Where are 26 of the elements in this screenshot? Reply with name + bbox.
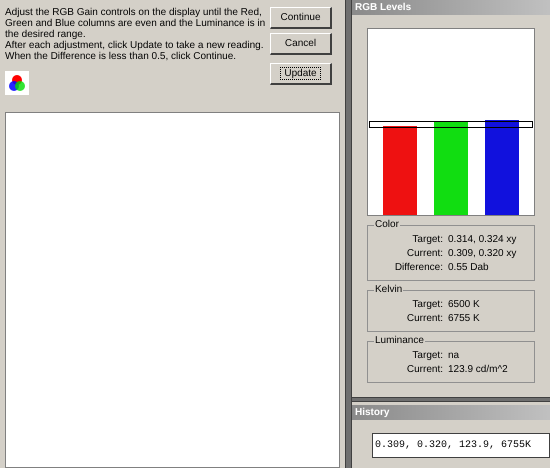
history-entry: 0.309, 0.320, 123.9, 6755K [372,433,550,458]
field-label: Current: [406,247,443,261]
splitter-bar[interactable] [345,0,352,468]
field-value: 0.314, 0.324 xy [448,233,516,247]
instruction-text: When the Difference is less than 0.5, click Continue. [5,51,238,62]
field-value: na [448,349,460,363]
field-label: Target: [411,298,443,312]
panel-title: RGB Levels [352,0,550,15]
field-label: Current: [406,363,443,377]
instruction-text: Adjust the RGB Gain controls on the display until the Red, Green and Blue columns are even and the Luminance is in the desired range. [5,7,266,40]
dialog-button[interactable]: Cancel [270,33,332,55]
panel-title: History [352,405,550,420]
field-label: Current: [406,312,443,326]
field-label: Target: [411,349,443,363]
dialog-button[interactable]: Update [270,63,332,85]
field-value: 0.55 Dab [448,261,489,275]
rgb-circles-icon [5,71,29,95]
field-value: 123.9 cd/m^2 [448,363,508,377]
field-value: 0.309, 0.320 xy [448,247,516,261]
instruction-text: After each adjustment, click Update to take a new reading. [5,40,264,51]
field-label: Difference: [394,261,443,275]
field-value: 6755 K [448,312,480,326]
field-label: Target: [411,233,443,247]
dialog-button[interactable]: Continue [270,7,332,29]
field-value: 6500 K [448,298,480,312]
splitter-bar[interactable] [352,397,550,402]
